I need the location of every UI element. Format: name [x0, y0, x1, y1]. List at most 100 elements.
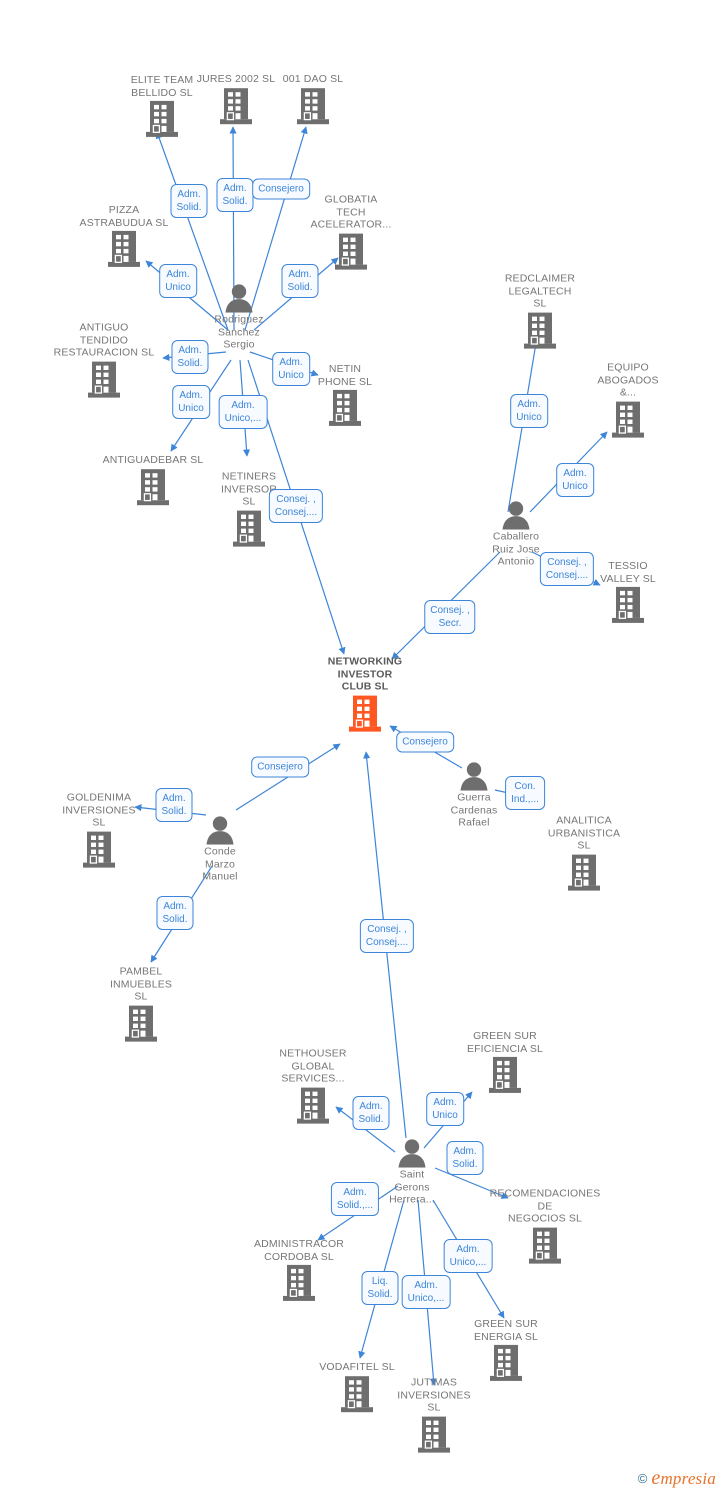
node-antiguo-tendido[interactable]: ANTIGUO TENDIDO RESTAURACION SL	[45, 322, 163, 399]
building-icon	[611, 586, 645, 624]
edge-label-e6[interactable]: Adm. Solid.	[171, 340, 209, 374]
node-label: NETWORKING INVESTOR CLUB SL	[327, 655, 403, 693]
node-label: Saint Gerons Herrera...	[389, 1168, 435, 1206]
building-icon	[82, 830, 116, 868]
node-label: REDCLAIMER LEGALTECH SL	[504, 272, 576, 310]
edge-label-e13[interactable]: Consej. , Consej....	[539, 552, 595, 586]
building-icon	[296, 1086, 330, 1124]
building-icon	[87, 360, 121, 398]
node-green-sur-eficiencia[interactable]: GREEN SUR EFICIENCIA SL	[446, 1030, 564, 1094]
edge-label-e16[interactable]: Con. Ind.,...	[505, 776, 545, 810]
node-label: VODAFITEL SL	[319, 1361, 395, 1374]
building-icon	[567, 853, 601, 891]
edge-label-e11[interactable]: Adm. Unico	[510, 394, 548, 428]
edge-label-e10[interactable]: Consej. , Consej....	[268, 489, 324, 523]
edge-label-e15[interactable]: Consejero	[396, 731, 454, 753]
edge-label-e22[interactable]: Adm. Unico	[426, 1092, 464, 1126]
person-icon	[500, 500, 532, 530]
edge-label-e8[interactable]: Adm. Unico	[172, 385, 210, 419]
node-label: NETIN PHONE SL	[317, 362, 373, 388]
node-equipo-abogados[interactable]: EQUIPO ABOGADOS &...	[569, 362, 687, 439]
building-icon	[340, 1375, 374, 1413]
node-001-dao[interactable]: 001 DAO SL	[254, 73, 372, 125]
building-icon	[282, 1264, 316, 1302]
building-icon	[219, 87, 253, 125]
node-globatia-tech[interactable]: GLOBATIA TECH ACELERATOR...	[292, 194, 410, 271]
edge-label-e7[interactable]: Adm. Unico	[272, 352, 310, 386]
edge-label-e1[interactable]: Adm. Solid.	[170, 184, 208, 218]
node-label: PAMBEL INMUEBLES SL	[109, 965, 173, 1003]
node-label: EQUIPO ABOGADOS &...	[597, 361, 659, 399]
building-icon	[611, 400, 645, 438]
building-icon	[417, 1415, 451, 1453]
node-label: Rodriguez Sanchez Sergio	[214, 313, 264, 351]
empresia-logo: empresia	[651, 1467, 716, 1490]
building-icon	[124, 1004, 158, 1042]
node-label: JUTIMAS INVERSIONES SL	[397, 1376, 471, 1414]
node-label: Conde Marzo Manuel	[202, 845, 238, 883]
building-icon	[136, 468, 170, 506]
node-pambel-inmuebles[interactable]: PAMBEL INMUEBLES SL	[82, 966, 200, 1043]
building-icon	[232, 509, 266, 547]
node-label: RECOMENDACIONES DE NEGOCIOS SL	[489, 1187, 601, 1225]
edge-label-e3[interactable]: Consejero	[252, 178, 310, 200]
empresia-logo-rest: mpresia	[660, 1469, 716, 1488]
edge-label-e21[interactable]: Adm. Solid.	[352, 1096, 390, 1130]
edge-label-e27[interactable]: Adm. Unico,...	[443, 1239, 493, 1273]
node-label: PIZZA ASTRABUDUA SL	[79, 203, 169, 229]
edge-label-e19[interactable]: Adm. Solid.	[156, 896, 194, 930]
node-administracor-cordoba[interactable]: ADMINISTRACOR CORDOBA SL	[240, 1238, 358, 1302]
node-label: TESSIO VALLEY SL	[600, 559, 656, 585]
building-icon	[488, 1056, 522, 1094]
person-icon	[396, 1138, 428, 1168]
edge-label-e26[interactable]: Adm. Unico,...	[401, 1275, 451, 1309]
node-pizza-astrabudua[interactable]: PIZZA ASTRABUDUA SL	[65, 204, 183, 268]
building-icon	[523, 311, 557, 349]
node-redclaimer-legaltech[interactable]: REDCLAIMER LEGALTECH SL	[481, 273, 599, 350]
watermark: © empresia	[638, 1467, 716, 1490]
node-label: ADMINISTRACOR CORDOBA SL	[253, 1237, 345, 1263]
node-label: GREEN SUR EFICIENCIA SL	[466, 1029, 544, 1055]
building-icon	[489, 1344, 523, 1382]
edge-label-e20[interactable]: Consej. , Consej....	[359, 919, 415, 953]
edge-label-e14[interactable]: Consej. , Secr.	[424, 600, 476, 634]
edge-label-e23[interactable]: Adm. Solid.	[446, 1141, 484, 1175]
building-icon	[107, 230, 141, 268]
copyright-symbol: ©	[637, 1471, 648, 1486]
node-label: Guerra Cardenas Rafael	[450, 791, 498, 829]
building-icon	[528, 1226, 562, 1264]
node-label: Caballero Ruiz Jose Antonio	[492, 530, 540, 568]
edge-label-e2[interactable]: Adm. Solid.	[216, 178, 254, 212]
edge-label-e17[interactable]: Consejero	[251, 756, 309, 778]
focus-node-networking-investor-club[interactable]: NETWORKING INVESTOR CLUB SL	[306, 656, 424, 733]
node-label: ANTIGUADEBAR SL	[102, 454, 204, 467]
building-icon	[296, 87, 330, 125]
building-icon	[348, 694, 382, 732]
person-icon	[223, 283, 255, 313]
node-conde-marzo-manuel[interactable]: Conde Marzo Manuel	[172, 815, 268, 884]
node-jutimas-inversiones[interactable]: JUTIMAS INVERSIONES SL	[375, 1377, 493, 1454]
person-icon	[458, 761, 490, 791]
edge-label-e25[interactable]: Liq. Solid.	[361, 1271, 399, 1305]
building-icon	[145, 100, 179, 138]
node-label: ANTIGUO TENDIDO RESTAURACION SL	[53, 321, 155, 359]
person-icon	[204, 815, 236, 845]
edge-label-e24[interactable]: Adm. Solid.,...	[330, 1182, 380, 1216]
edge-label-e4[interactable]: Adm. Unico	[159, 264, 197, 298]
edge-label-e9[interactable]: Adm. Unico,...	[218, 395, 268, 429]
node-label: NETHOUSER GLOBAL SERVICES...	[279, 1047, 347, 1085]
building-icon	[334, 232, 368, 270]
building-icon	[328, 389, 362, 427]
node-label: 001 DAO SL	[282, 73, 344, 86]
node-label: ANALITICA URBANISTICA SL	[547, 814, 621, 852]
node-green-sur-energia[interactable]: GREEN SUR ENERGIA SL	[447, 1318, 565, 1382]
node-label: GLOBATIA TECH ACELERATOR...	[310, 193, 392, 231]
node-goldenima-inversiones[interactable]: GOLDENIMA INVERSIONES SL	[40, 792, 158, 869]
node-analitica-urbanistica[interactable]: ANALITICA URBANISTICA SL	[525, 815, 643, 892]
node-label: GOLDENIMA INVERSIONES SL	[62, 791, 136, 829]
node-recomendaciones-negocios[interactable]: RECOMENDACIONES DE NEGOCIOS SL	[486, 1188, 604, 1265]
edge-label-e12[interactable]: Adm. Unico	[556, 463, 594, 497]
network-diagram-canvas[interactable]: ELITE TEAM BELLIDO SL JURES 2002 SL 001 DA…	[0, 0, 728, 1500]
edge-label-e5[interactable]: Adm. Solid.	[281, 264, 319, 298]
edge-label-e18[interactable]: Adm. Solid.	[155, 788, 193, 822]
